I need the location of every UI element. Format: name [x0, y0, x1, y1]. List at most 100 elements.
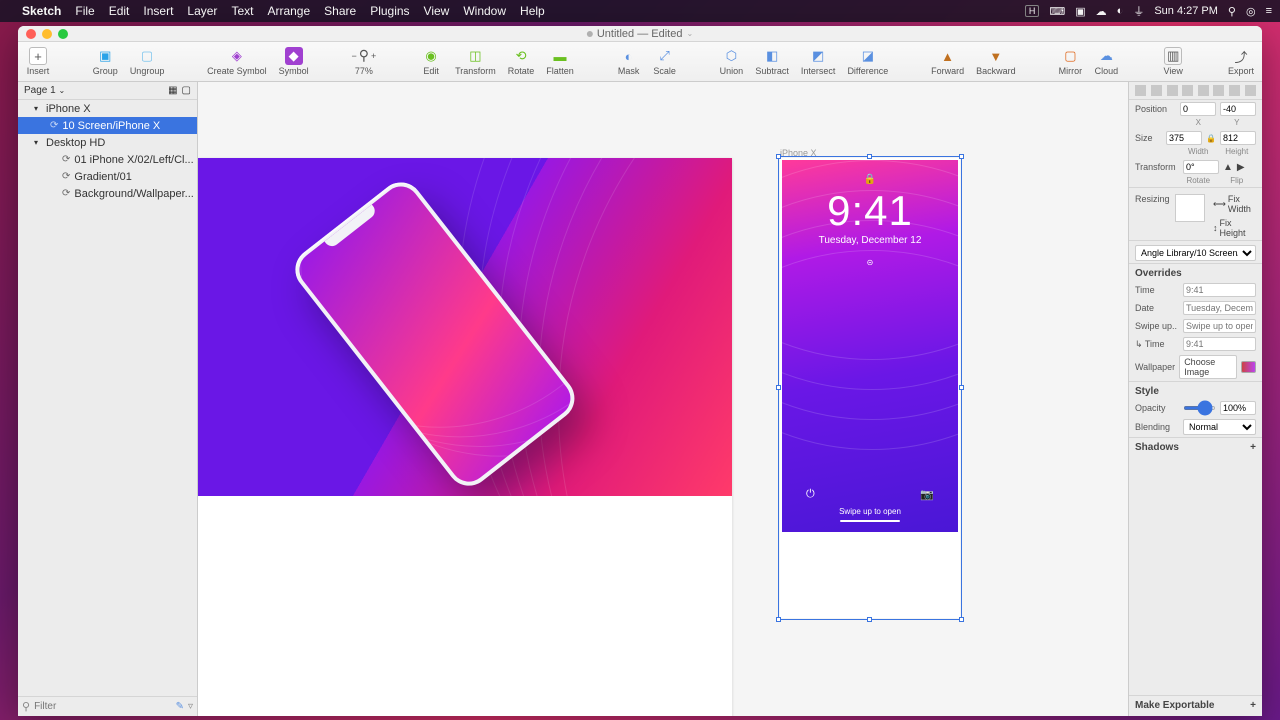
window-close-button[interactable] [26, 29, 36, 39]
artboard-iphone-x[interactable]: iPhone X 🔒 9:41 Tuesday, December 12 ⊝ [780, 158, 960, 618]
shadows-header: Shadows [1135, 442, 1179, 453]
override-time-input[interactable] [1183, 283, 1256, 297]
menu-help[interactable]: Help [520, 4, 545, 18]
tool-symbol[interactable]: ◆Symbol [279, 47, 309, 76]
override-date-input[interactable] [1183, 301, 1256, 315]
override-swipe-input[interactable] [1183, 319, 1256, 333]
align-controls[interactable] [1129, 82, 1262, 100]
rotate-input[interactable] [1183, 160, 1219, 174]
filter-icon[interactable]: ✎ [176, 701, 184, 712]
handle-rc[interactable] [959, 385, 964, 390]
tool-transform[interactable]: ◫Transform [455, 47, 496, 76]
style-header: Style [1135, 386, 1159, 397]
override-subtime-input[interactable] [1183, 337, 1256, 351]
canvas[interactable]: iPhone X 🔒 9:41 Tuesday, December 12 ⊝ [198, 82, 1128, 716]
layer-panel-icons[interactable]: ▦▢ [168, 85, 191, 96]
menu-view[interactable]: View [424, 4, 450, 18]
status-clock[interactable]: Sun 4:27 PM [1154, 5, 1218, 17]
status-sync-icon[interactable]: ◐ [1117, 5, 1124, 17]
layer-selected[interactable]: ⟳10 Screen/iPhone X [18, 117, 197, 134]
resizing-control[interactable] [1175, 194, 1205, 222]
status-spotlight-icon[interactable]: ⚲ [1228, 5, 1236, 18]
layer-child-2[interactable]: ⟳Background/Wallpaper... [18, 185, 197, 202]
menu-insert[interactable]: Insert [143, 4, 173, 18]
filter-icon-2[interactable]: ▿ [188, 701, 193, 712]
title-dropdown-icon[interactable]: ⌄ [686, 29, 693, 38]
size-label: Size [1135, 133, 1162, 143]
opacity-slider[interactable] [1183, 406, 1216, 410]
tool-backward[interactable]: ▼Backward [976, 47, 1016, 76]
status-keyboard-icon[interactable]: ⌨ [1049, 5, 1065, 18]
make-exportable-header[interactable]: Make Exportable [1135, 700, 1214, 711]
layer-child-1[interactable]: ⟳Gradient/01 [18, 168, 197, 185]
transform-label: Transform [1135, 162, 1179, 172]
handle-bc[interactable] [867, 617, 872, 622]
override-wallpaper-button[interactable]: Choose Image [1179, 355, 1237, 379]
tool-scale[interactable]: ⤢Scale [653, 47, 677, 76]
opacity-input[interactable] [1220, 401, 1256, 415]
status-notification-icon[interactable]: ≡ [1266, 5, 1272, 17]
fix-height-toggle[interactable]: ↕Fix Height [1213, 218, 1256, 238]
status-user[interactable]: H [1025, 5, 1040, 17]
flip-v-icon[interactable]: ▶ [1237, 162, 1245, 173]
layer-iphonex[interactable]: ▾iPhone X [18, 100, 197, 117]
tool-forward[interactable]: ▲Forward [931, 47, 964, 76]
page-selector[interactable]: Page 1 ⌄ [24, 85, 65, 96]
tool-zoom[interactable]: −⚲+ 77% [351, 47, 376, 76]
tool-edit[interactable]: ◉Edit [419, 47, 443, 76]
menu-window[interactable]: Window [463, 4, 506, 18]
handle-tc[interactable] [867, 154, 872, 159]
lock-aspect-icon[interactable]: 🔒 [1206, 134, 1216, 143]
layer-child-0[interactable]: ⟳01 iPhone X/02/Left/Cl... [18, 151, 197, 168]
tool-ungroup[interactable]: ▢Ungroup [130, 47, 165, 76]
position-x-input[interactable] [1180, 102, 1216, 116]
handle-br[interactable] [959, 617, 964, 622]
window-titlebar[interactable]: Untitled — Edited⌄ [18, 26, 1262, 42]
position-y-input[interactable] [1220, 102, 1256, 116]
status-siri-icon[interactable]: ◎ [1246, 5, 1256, 18]
status-dropbox-icon[interactable]: ☁ [1096, 5, 1107, 18]
flip-h-icon[interactable]: ▲ [1223, 162, 1233, 173]
handle-tl[interactable] [776, 154, 781, 159]
layer-filter-input[interactable] [34, 701, 172, 712]
menu-layer[interactable]: Layer [187, 4, 217, 18]
symbol-instance-select[interactable]: Angle Library/10 Screen/iPhone X [1135, 245, 1256, 261]
tool-subtract[interactable]: ◧Subtract [755, 47, 789, 76]
blending-select[interactable]: Normal [1183, 419, 1256, 435]
window-zoom-button[interactable] [58, 29, 68, 39]
tool-intersect[interactable]: ◩Intersect [801, 47, 836, 76]
tool-insert[interactable]: +Insert [26, 47, 50, 76]
status-wifi-icon[interactable]: ⏚ [1133, 3, 1144, 19]
menu-share[interactable]: Share [324, 4, 356, 18]
tool-view[interactable]: ▥View [1161, 47, 1185, 76]
handle-tr[interactable] [959, 154, 964, 159]
menu-text[interactable]: Text [231, 4, 253, 18]
menu-edit[interactable]: Edit [109, 4, 130, 18]
status-battery-icon[interactable]: ▣ [1075, 5, 1085, 18]
fix-width-toggle[interactable]: ⟷Fix Width [1213, 194, 1256, 214]
add-export-icon[interactable]: + [1250, 700, 1256, 711]
add-shadow-icon[interactable]: + [1250, 442, 1256, 453]
tool-cloud[interactable]: ☁Cloud [1094, 47, 1118, 76]
tool-mask[interactable]: ◐Mask [617, 47, 641, 76]
wallpaper-swatch[interactable] [1241, 361, 1256, 373]
tool-union[interactable]: ⬡Union [719, 47, 743, 76]
tool-flatten[interactable]: ▬Flatten [546, 47, 574, 76]
tool-rotate[interactable]: ⟲Rotate [508, 47, 535, 76]
tool-difference[interactable]: ◪Difference [847, 47, 888, 76]
tool-create-symbol[interactable]: ◈Create Symbol [207, 47, 267, 76]
height-input[interactable] [1220, 131, 1256, 145]
artboard-desktop-hd[interactable] [198, 158, 732, 716]
layer-desktop-hd[interactable]: ▾Desktop HD [18, 134, 197, 151]
menu-file[interactable]: File [75, 4, 94, 18]
tool-export[interactable]: ⤴Export [1228, 47, 1254, 76]
tool-mirror[interactable]: ▢Mirror [1058, 47, 1082, 76]
window-minimize-button[interactable] [42, 29, 52, 39]
menu-arrange[interactable]: Arrange [267, 4, 310, 18]
app-name[interactable]: Sketch [22, 4, 61, 18]
menu-plugins[interactable]: Plugins [370, 4, 409, 18]
tool-group[interactable]: ▣Group [93, 47, 118, 76]
handle-lc[interactable] [776, 385, 781, 390]
handle-bl[interactable] [776, 617, 781, 622]
width-input[interactable] [1166, 131, 1202, 145]
